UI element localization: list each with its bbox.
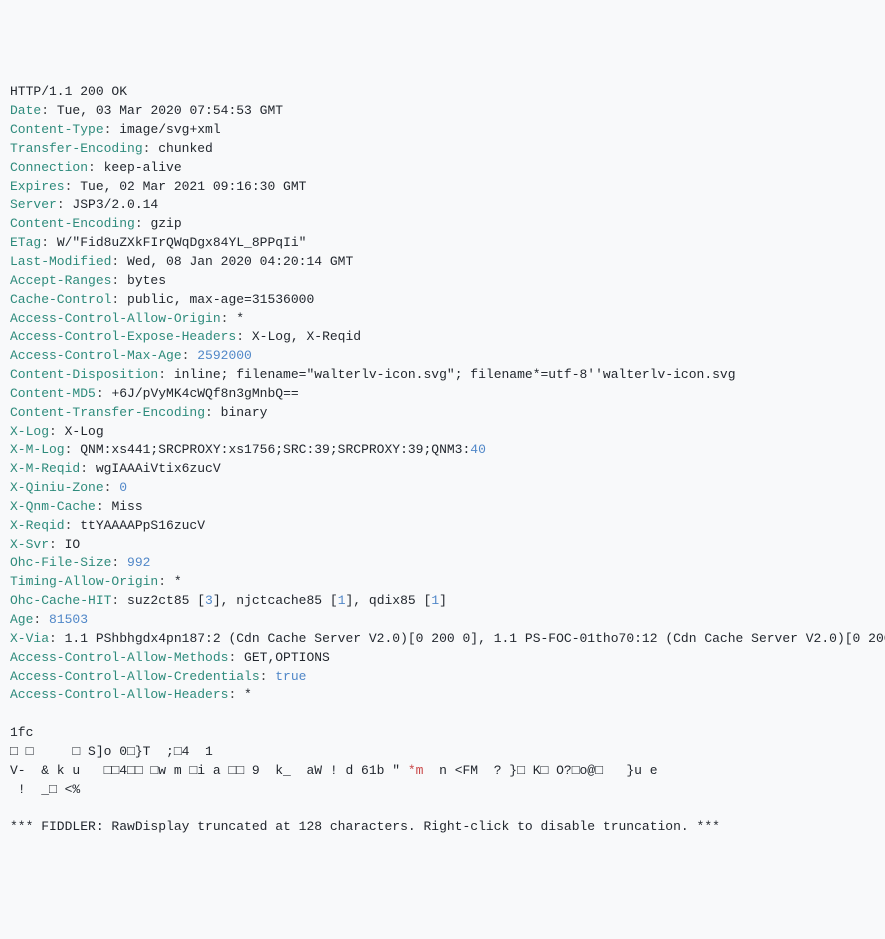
response-line: HTTP/1.1 200 OK <box>10 83 875 102</box>
response-line: X-Reqid: ttYAAAAPpS16zucV <box>10 517 875 536</box>
response-line: Last-Modified: Wed, 08 Jan 2020 04:20:14… <box>10 253 875 272</box>
response-line: Transfer-Encoding: chunked <box>10 140 875 159</box>
response-line: V- & k u □□4□□ □w m □i a □□ 9 k_ aW ! d … <box>10 762 875 781</box>
response-line: X-Via: 1.1 PShbhgdx4pn187:2 (Cdn Cache S… <box>10 630 875 649</box>
response-line: Content-Disposition: inline; filename="w… <box>10 366 875 385</box>
response-line: Access-Control-Allow-Credentials: true <box>10 668 875 687</box>
response-line: *** FIDDLER: RawDisplay truncated at 128… <box>10 818 875 837</box>
response-line: X-Qiniu-Zone: 0 <box>10 479 875 498</box>
response-line: Expires: Tue, 02 Mar 2021 09:16:30 GMT <box>10 178 875 197</box>
response-line: □ □ □ S]o 0□}T ;□4 1 <box>10 743 875 762</box>
response-line: Date: Tue, 03 Mar 2020 07:54:53 GMT <box>10 102 875 121</box>
response-line: ! _□ <% <box>10 781 875 800</box>
response-line: X-Qnm-Cache: Miss <box>10 498 875 517</box>
response-line: X-M-Log: QNM:xs441;SRCPROXY:xs1756;SRC:3… <box>10 441 875 460</box>
response-line: X-Svr: IO <box>10 536 875 555</box>
response-line: Access-Control-Allow-Origin: * <box>10 310 875 329</box>
response-line: ETag: W/"Fid8uZXkFIrQWqDgx84YL_8PPqIi" <box>10 234 875 253</box>
raw-response-text: HTTP/1.1 200 OKDate: Tue, 03 Mar 2020 07… <box>10 83 875 837</box>
response-line: Server: JSP3/2.0.14 <box>10 196 875 215</box>
response-line: Ohc-File-Size: 992 <box>10 554 875 573</box>
response-line: Content-Transfer-Encoding: binary <box>10 404 875 423</box>
response-line: Ohc-Cache-HIT: suz2ct85 [3], njctcache85… <box>10 592 875 611</box>
response-line: 1fc <box>10 724 875 743</box>
response-line: X-M-Reqid: wgIAAAiVtix6zucV <box>10 460 875 479</box>
response-line: Timing-Allow-Origin: * <box>10 573 875 592</box>
response-line: Access-Control-Allow-Headers: * <box>10 686 875 705</box>
response-line: Content-MD5: +6J/pVyMK4cWQf8n3gMnbQ== <box>10 385 875 404</box>
response-line <box>10 705 875 724</box>
response-line <box>10 799 875 818</box>
response-line: Content-Encoding: gzip <box>10 215 875 234</box>
response-line: Accept-Ranges: bytes <box>10 272 875 291</box>
response-line: Access-Control-Expose-Headers: X-Log, X-… <box>10 328 875 347</box>
response-line: Age: 81503 <box>10 611 875 630</box>
response-line: Cache-Control: public, max-age=31536000 <box>10 291 875 310</box>
response-line: Access-Control-Allow-Methods: GET,OPTION… <box>10 649 875 668</box>
response-line: Content-Type: image/svg+xml <box>10 121 875 140</box>
response-line: Access-Control-Max-Age: 2592000 <box>10 347 875 366</box>
response-line: Connection: keep-alive <box>10 159 875 178</box>
response-line: X-Log: X-Log <box>10 423 875 442</box>
